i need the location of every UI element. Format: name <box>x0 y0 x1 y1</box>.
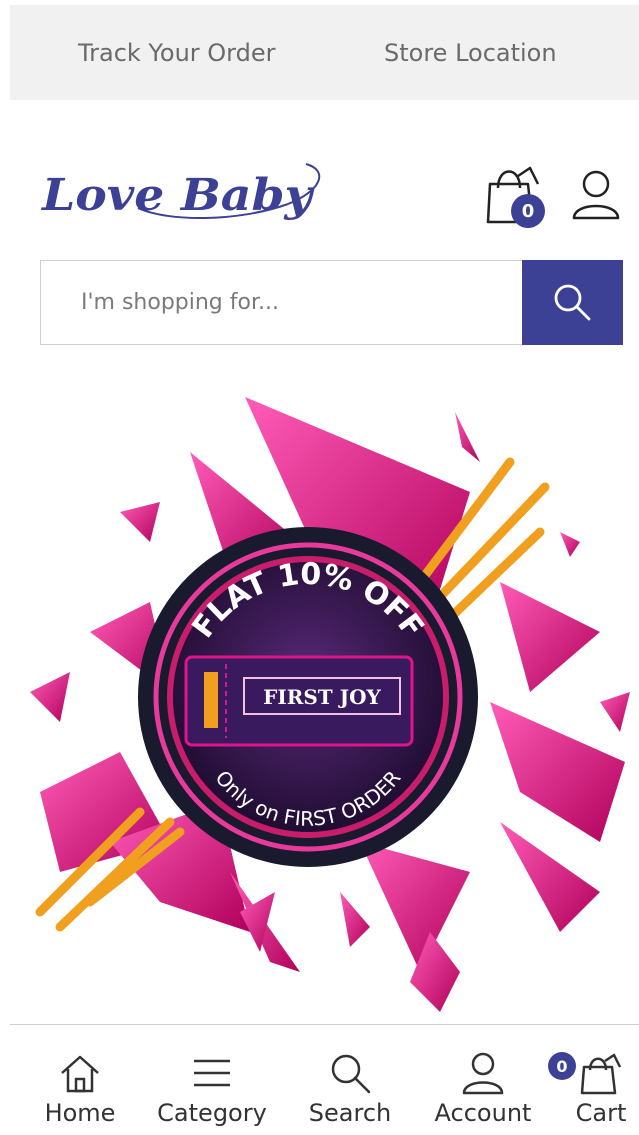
nav-account-label: Account <box>434 1099 532 1127</box>
nav-cart-label: Cart <box>575 1099 627 1127</box>
nav-search-label: Search <box>308 1099 392 1127</box>
cart-count-badge: 0 <box>511 194 545 228</box>
nav-category-label: Category <box>157 1099 267 1127</box>
store-location-link[interactable]: Store Location <box>384 39 557 67</box>
user-icon <box>572 170 620 220</box>
nav-search[interactable]: Search <box>300 1025 400 1135</box>
home-icon <box>61 1055 99 1093</box>
search-input[interactable] <box>41 261 522 344</box>
header-account-button[interactable] <box>570 168 622 220</box>
promo-banner[interactable]: FLAT 10% OFF Only on FIRST ORDER FIRST J… <box>0 372 639 1012</box>
nav-cart[interactable]: Cart <box>566 1025 636 1135</box>
search-bar <box>40 259 623 345</box>
user-icon <box>462 1052 504 1095</box>
coupon-code: FIRST JOY <box>263 685 381 709</box>
logo[interactable]: Love Baby <box>38 150 334 232</box>
nav-home-label: Home <box>44 1099 116 1127</box>
shopping-bag-icon <box>580 1053 622 1095</box>
top-bar: Track Your Order Store Location <box>10 5 639 100</box>
logo-text: Love Baby <box>40 170 316 221</box>
track-order-link[interactable]: Track Your Order <box>78 39 276 67</box>
nav-home[interactable]: Home <box>38 1025 122 1135</box>
bottom-nav: Home Category Search Account Cart <box>10 1024 639 1135</box>
nav-cart-badge: 0 <box>548 1052 576 1080</box>
nav-account[interactable]: Account <box>424 1025 542 1135</box>
search-icon <box>331 1054 371 1094</box>
search-button[interactable] <box>521 259 623 345</box>
coupon-ticket: FIRST JOY <box>184 655 414 747</box>
nav-category[interactable]: Category <box>150 1025 274 1135</box>
search-icon <box>554 284 591 321</box>
menu-icon <box>194 1059 230 1087</box>
